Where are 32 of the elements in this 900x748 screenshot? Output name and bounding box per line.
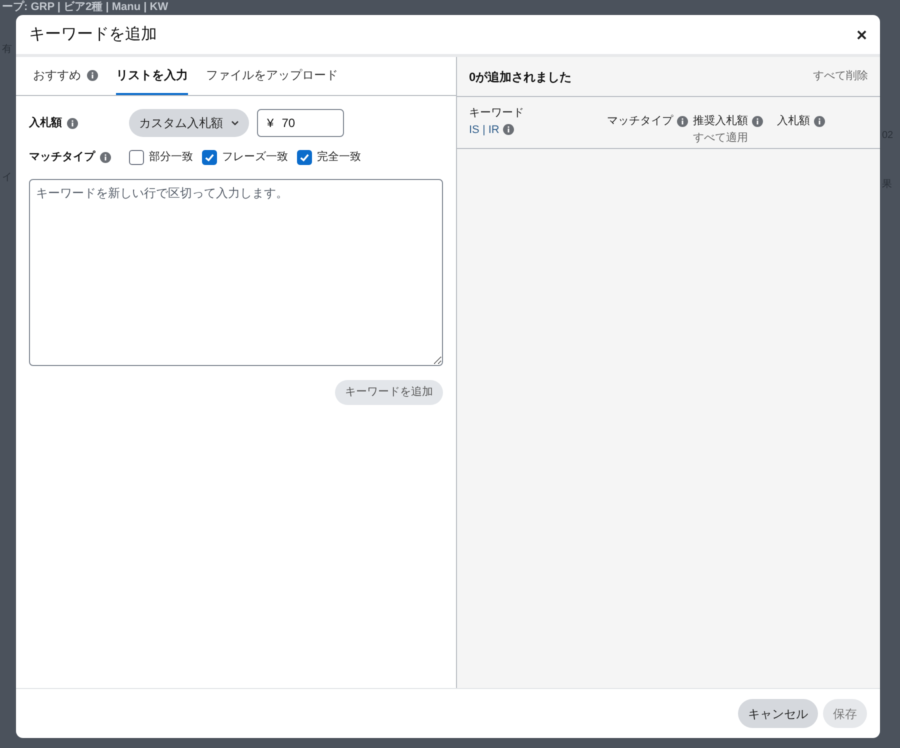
column-subheader: IS | IR xyxy=(469,122,500,138)
keywords-textarea[interactable]: キーワードを新しい行で区切って入力します。 xyxy=(29,179,443,366)
column-header: マッチタイプ xyxy=(607,114,673,129)
close-button[interactable]: × xyxy=(856,26,867,44)
column-header: キーワード xyxy=(469,106,524,121)
info-icon xyxy=(100,152,111,162)
checkbox-label: フレーズ一致 xyxy=(222,150,288,165)
dialog-title: キーワードを追加 xyxy=(29,24,157,44)
check-icon xyxy=(204,152,215,162)
tab[interactable]: おすすめ xyxy=(33,57,98,95)
added-count-title: 0が追加されました xyxy=(469,68,572,86)
field-label: マッチタイプ xyxy=(29,150,95,165)
page-title: ープ: GRP | ビア2種 | Manu | KW xyxy=(2,0,168,14)
checkbox-label: 部分一致 xyxy=(149,150,193,165)
cancel-button[interactable]: キャンセル xyxy=(738,699,818,728)
checkbox[interactable] xyxy=(129,150,144,164)
tab[interactable]: リストを入力 xyxy=(116,57,188,95)
column-header: 推奨入札額 xyxy=(693,114,748,129)
field-label: 入札額 xyxy=(29,116,62,131)
checkbox[interactable] xyxy=(297,150,312,164)
checkbox[interactable] xyxy=(202,150,217,164)
clear-all-link[interactable]: すべて削除 xyxy=(813,68,868,85)
check-icon xyxy=(299,152,310,162)
column-header: 入札額 xyxy=(777,114,810,129)
info-icon xyxy=(67,118,78,128)
bid-input[interactable]: ¥ 70 xyxy=(257,109,344,137)
apply-all-link[interactable]: すべて適用 xyxy=(693,130,748,146)
chevron-down-icon xyxy=(231,120,239,126)
bid-type-dropdown[interactable]: カスタム入札額 xyxy=(129,109,249,137)
checkbox-label: 完全一致 xyxy=(317,150,361,165)
add-keywords-button[interactable]: キーワードを追加 xyxy=(335,380,443,405)
tab[interactable]: ファイルをアップロード xyxy=(206,57,338,95)
